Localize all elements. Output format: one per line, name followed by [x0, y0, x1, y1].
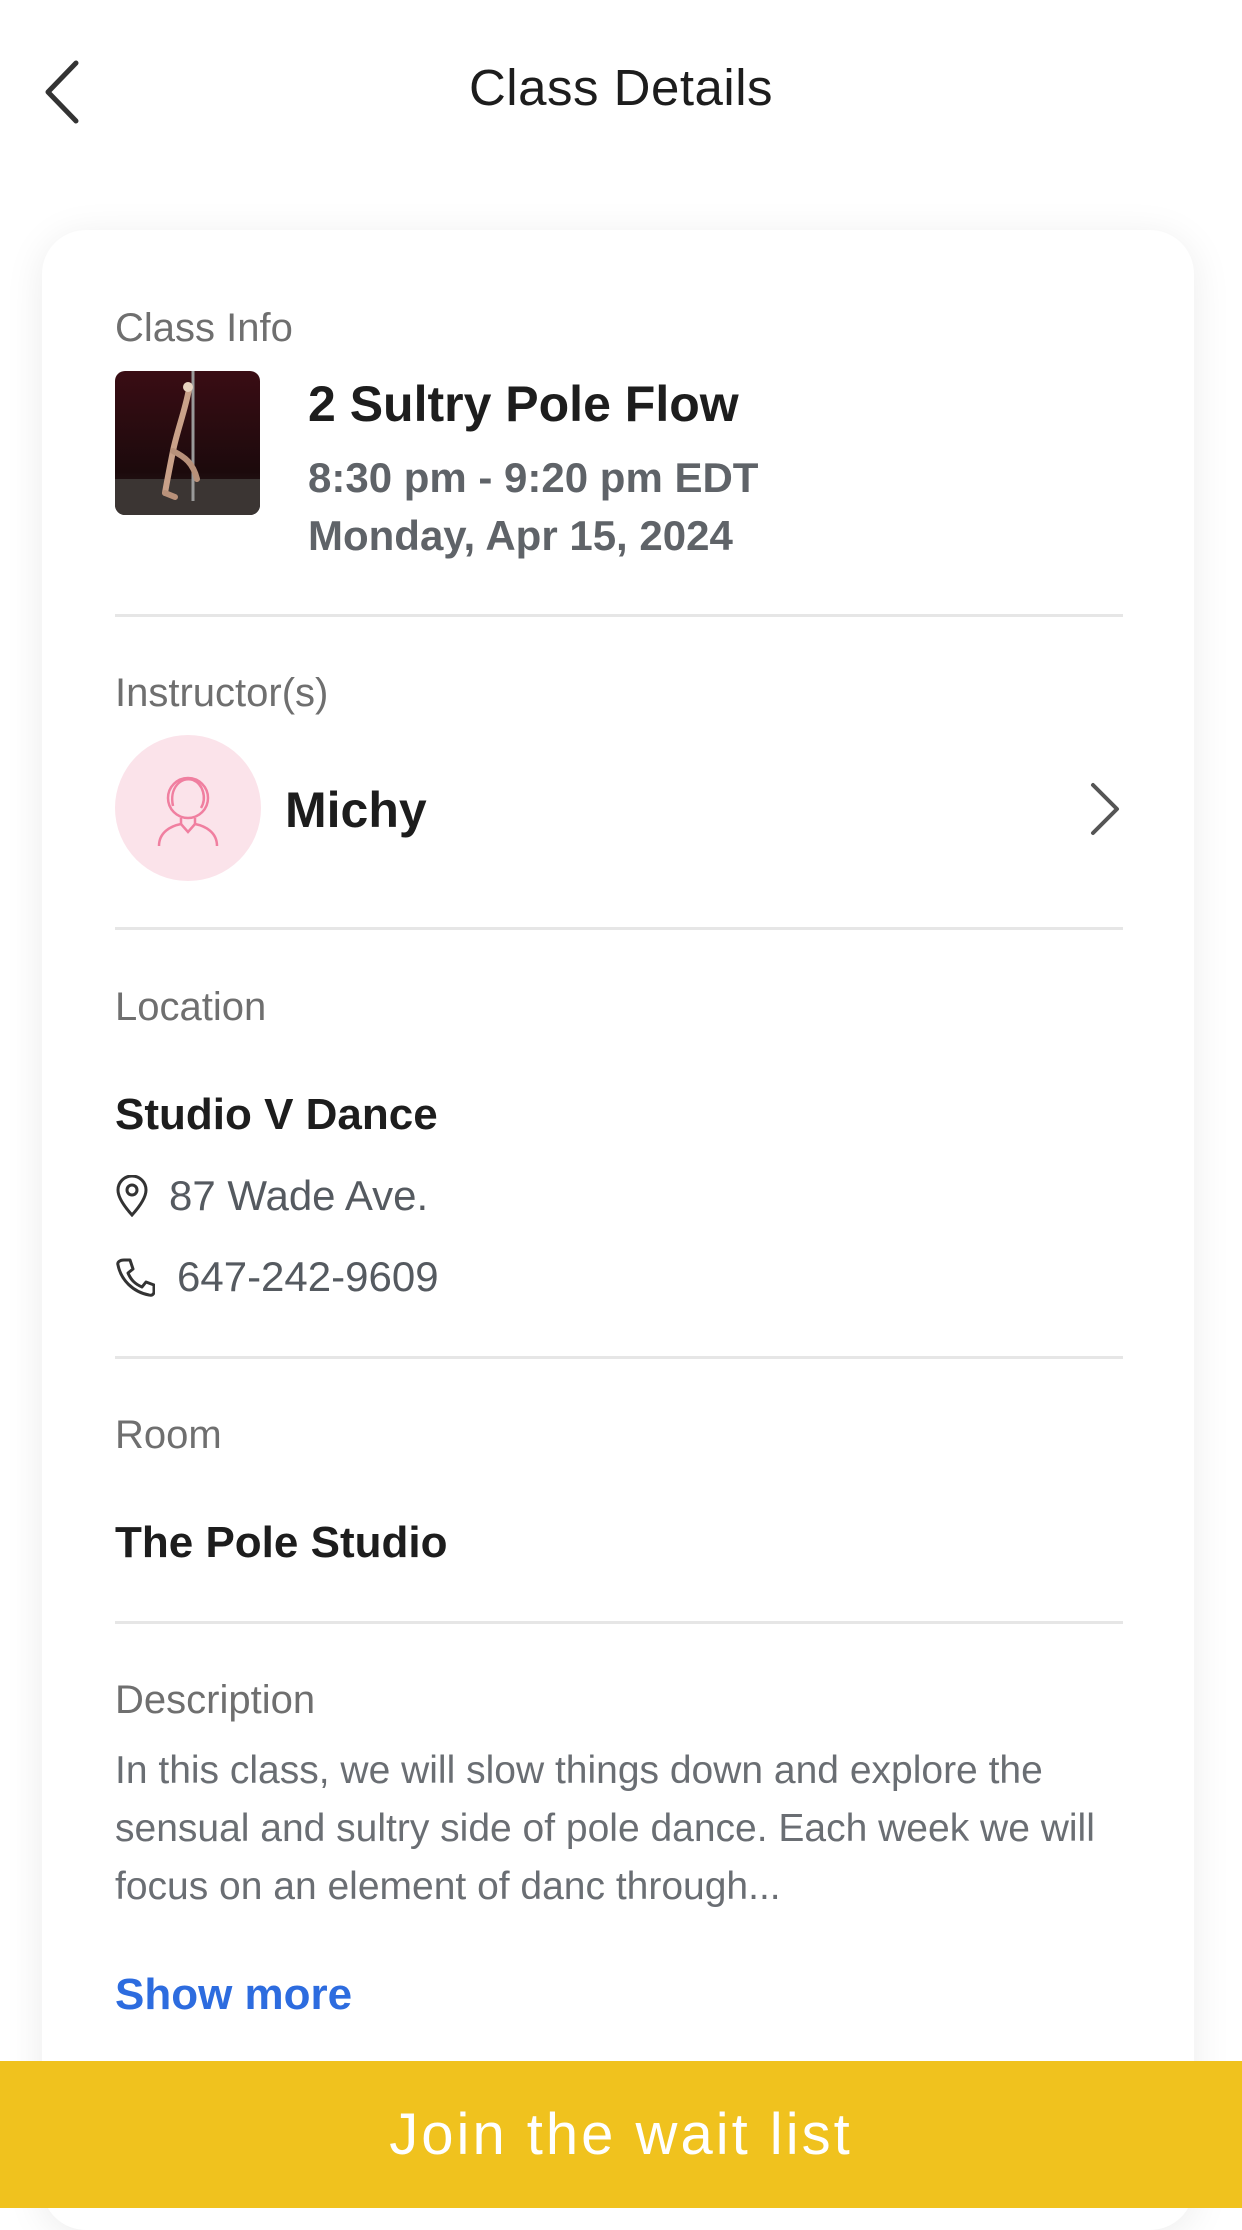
class-info-label: Class Info	[115, 306, 293, 350]
avatar	[115, 735, 261, 881]
divider	[115, 614, 1123, 617]
chevron-right-icon	[1091, 783, 1119, 835]
room-label: Room	[115, 1413, 222, 1457]
instructor-label: Instructor(s)	[115, 671, 329, 715]
phone-text: 647-242-9609	[177, 1253, 439, 1300]
map-pin-icon	[116, 1175, 148, 1217]
divider	[115, 927, 1123, 930]
class-time: 8:30 pm - 9:20 pm EDT	[308, 454, 759, 501]
description-text: In this class, we will slow things down …	[115, 1749, 1095, 1908]
join-wait-list-button[interactable]: Join the wait list	[0, 2061, 1242, 2208]
divider	[115, 1621, 1123, 1624]
class-name: 2 Sultry Pole Flow	[308, 376, 739, 432]
description-label: Description	[115, 1678, 316, 1722]
room-name: The Pole Studio	[115, 1518, 448, 1567]
instructor-name: Michy	[285, 782, 427, 838]
class-date: Monday, Apr 15, 2024	[308, 512, 733, 559]
phone-icon	[116, 1258, 155, 1297]
page-title: Class Details	[468, 59, 774, 116]
header: Class Details	[0, 0, 1242, 190]
phone-row[interactable]: 647-242-9609	[115, 1253, 439, 1301]
divider	[115, 1356, 1123, 1359]
address-row[interactable]: 87 Wade Ave.	[115, 1172, 428, 1220]
person-avatar-icon	[157, 776, 219, 847]
instructor-row[interactable]: Michy	[115, 735, 1123, 881]
studio-name: Studio V Dance	[115, 1090, 438, 1139]
class-thumbnail	[115, 371, 260, 515]
location-label: Location	[115, 985, 267, 1029]
address-text: 87 Wade Ave.	[169, 1172, 429, 1219]
class-details-card: Class Info 2 Sultry Pole Flow 8:30 pm - …	[42, 230, 1194, 2230]
show-more-link[interactable]: Show more	[115, 1970, 352, 2020]
